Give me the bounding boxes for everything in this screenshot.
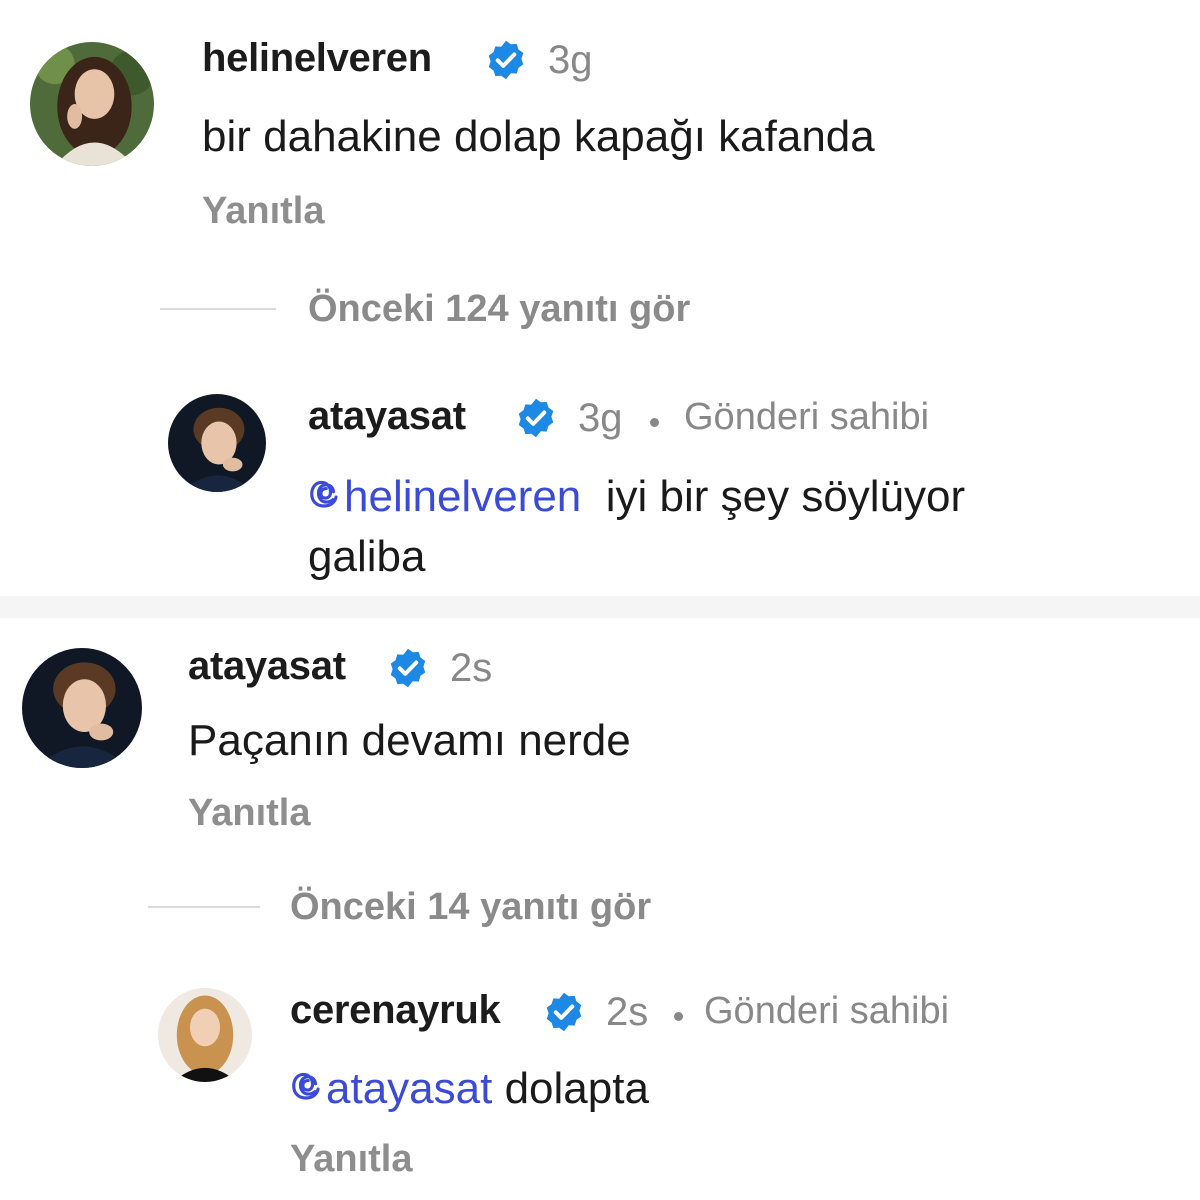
screenshot-separator xyxy=(0,596,1200,618)
threads-at-icon xyxy=(310,480,338,508)
reply-text: helinelveren iyi bir şey söylüyor xyxy=(308,468,965,526)
separator-dot xyxy=(650,418,659,427)
reply-button[interactable]: Yanıtla xyxy=(188,792,311,835)
username[interactable]: atayasat xyxy=(188,644,346,689)
view-previous-replies-button[interactable]: Önceki 14 yanıtı gör xyxy=(290,886,651,929)
post-owner-label: Gönderi sahibi xyxy=(704,990,950,1032)
mention-link[interactable]: helinelveren xyxy=(308,472,581,521)
reply-button[interactable]: Yanıtla xyxy=(290,1138,413,1181)
comment-thread-2: atayasat 2s Paçanın devamı nerde Yanıtla… xyxy=(18,618,1180,1188)
separator-dot xyxy=(674,1012,683,1021)
username[interactable]: cerenayruk xyxy=(290,988,501,1033)
mention-link[interactable]: atayasat xyxy=(290,1064,492,1113)
verified-badge-icon xyxy=(488,40,524,80)
username[interactable]: helinelveren xyxy=(202,36,432,81)
avatar[interactable] xyxy=(22,648,142,768)
comment-text: bir dahakine dolap kapağı kafanda xyxy=(202,112,875,161)
avatar[interactable] xyxy=(30,42,154,166)
comment-text: Paçanın devamı nerde xyxy=(188,716,631,765)
replies-divider xyxy=(148,906,260,908)
verified-badge-icon xyxy=(390,648,426,688)
username[interactable]: atayasat xyxy=(308,394,466,439)
comment-thread-1: helinelveren 3g bir dahakine dolap kapağ… xyxy=(18,18,1180,596)
reply-text: atayasat dolapta xyxy=(290,1060,649,1118)
timestamp: 2s xyxy=(450,646,493,690)
reply-button[interactable]: Yanıtla xyxy=(202,190,325,233)
post-owner-label: Gönderi sahibi xyxy=(684,396,930,438)
reply-text-continued: galiba xyxy=(308,532,426,581)
replies-divider xyxy=(160,308,276,310)
verified-badge-icon xyxy=(518,398,554,438)
timestamp: 3g xyxy=(548,38,593,82)
avatar[interactable] xyxy=(168,394,266,492)
verified-badge-icon xyxy=(546,992,582,1032)
avatar[interactable] xyxy=(158,988,252,1082)
threads-at-icon xyxy=(292,1072,320,1100)
view-previous-replies-button[interactable]: Önceki 124 yanıtı gör xyxy=(308,288,690,331)
timestamp: 2s xyxy=(606,990,649,1034)
timestamp: 3g xyxy=(578,396,623,440)
